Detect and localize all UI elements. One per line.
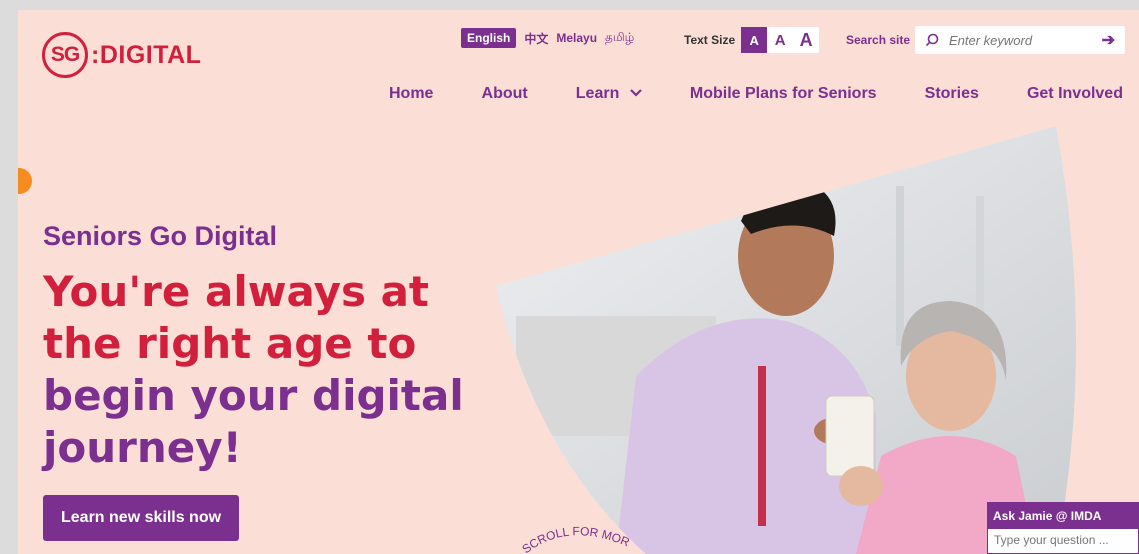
nav-learn[interactable]: Learn [576,85,642,103]
search-icon [925,33,939,47]
page: SG :DIGITAL English 中文 Melayu தமிழ் Text… [18,10,1139,554]
lang-english[interactable]: English [461,28,517,48]
text-size-label: Text Size [684,33,736,47]
logo-mark: SG [42,32,88,78]
headline-line-3: begin your digital [43,371,464,420]
nav-about[interactable]: About [482,85,528,103]
search-input[interactable] [947,31,1101,49]
main-nav: Home About Learn Mobile Plans for Senior… [389,85,1123,103]
headline-line-4: journey! [43,423,242,472]
chat-title: Ask Jamie @ IMDA [988,503,1138,529]
text-size-small-button[interactable]: A [741,27,768,53]
search-box: ➔ [915,26,1125,54]
logo-text: :DIGITAL [91,40,202,69]
learn-new-skills-button[interactable]: Learn new skills now [43,495,240,541]
chat-widget[interactable]: Ask Jamie @ IMDA [987,502,1139,554]
arrow-right-icon[interactable]: ➔ [1102,30,1115,50]
nav-mobile-plans[interactable]: Mobile Plans for Seniors [690,85,877,103]
nav-get-involved[interactable]: Get Involved [1027,85,1123,103]
lang-malay[interactable]: Melayu [556,31,597,45]
chevron-down-icon [630,89,642,97]
headline-line-2: the right age to [43,319,417,368]
headline-line-1: You're always at [43,267,429,316]
nav-stories[interactable]: Stories [925,85,979,103]
hero-image: SCROLL FOR MORE [496,126,1076,554]
lang-chinese[interactable]: 中文 [524,30,548,47]
text-size-medium-button[interactable]: A [767,27,794,53]
text-size-large-button[interactable]: A [793,27,820,53]
hero-headline: You're always at the right age to begin … [43,266,503,474]
chat-input[interactable] [992,532,1136,548]
lang-tamil[interactable]: தமிழ் [605,30,634,46]
search-label: Search site [846,33,911,47]
language-switcher: English 中文 Melayu தமிழ் [461,28,634,48]
decorative-dot [18,168,32,194]
hero-subtitle: Seniors Go Digital [43,221,278,251]
nav-home[interactable]: Home [389,85,433,103]
sg-digital-logo[interactable]: SG :DIGITAL [42,27,201,83]
nav-learn-label: Learn [575,85,620,102]
text-size-control: Text Size A A A [684,27,820,53]
